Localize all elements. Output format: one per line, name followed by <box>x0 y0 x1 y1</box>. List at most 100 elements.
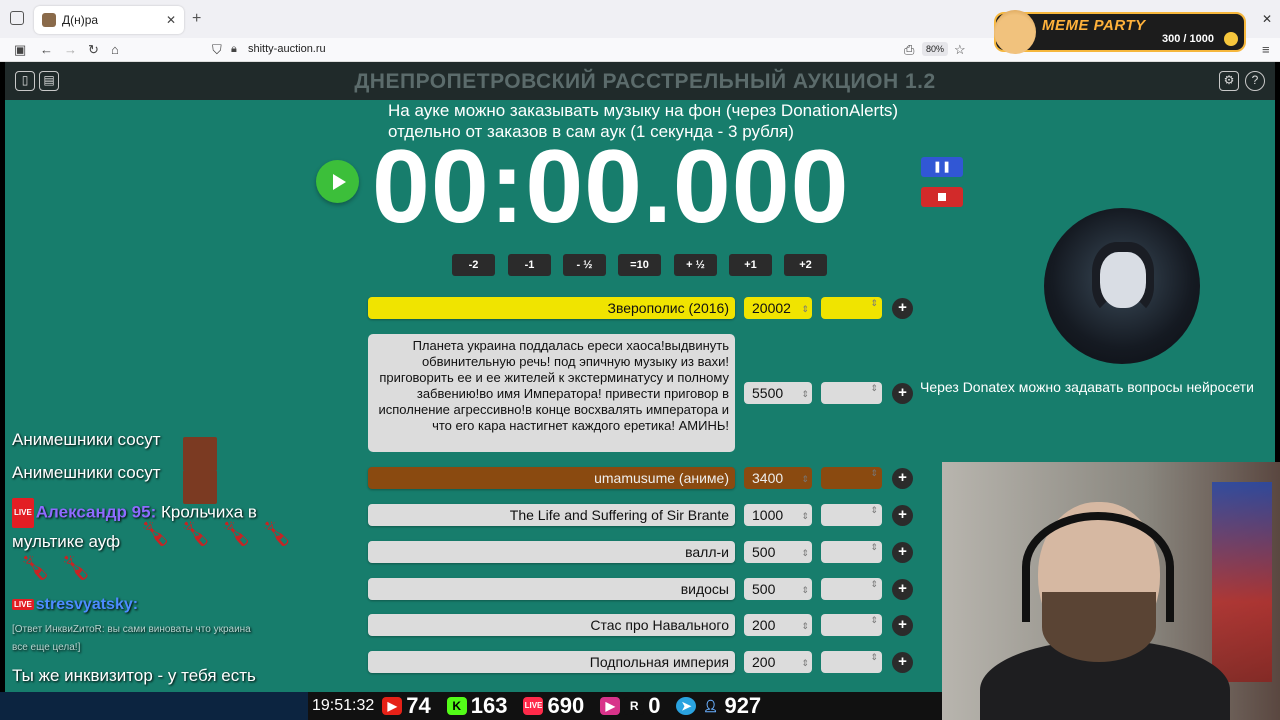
lot-add-amount[interactable] <box>821 297 882 319</box>
adjust-plus-1-button[interactable]: +1 <box>729 254 772 276</box>
youtube-viewers: ▶ 74 <box>382 693 431 719</box>
forward-icon[interactable]: → <box>64 42 77 57</box>
adjust-minus-1-button[interactable]: -1 <box>508 254 551 276</box>
page-title: ДНЕПРОПЕТРОВСКИЙ РАССТРЕЛЬНЫЙ АУКЦИОН 1.… <box>354 70 936 93</box>
sidebar-icon[interactable]: ▣ <box>14 42 26 58</box>
streamer-avatar <box>1044 208 1200 364</box>
stats-left-strip <box>0 692 308 720</box>
kick-count: 163 <box>470 693 508 718</box>
bottle-emotes-icon: 🍾︎🍾︎ <box>20 555 101 582</box>
vk-count: 690 <box>547 693 585 718</box>
settings-icon[interactable]: ⚙ <box>1219 71 1239 91</box>
lot-add-amount[interactable] <box>821 578 882 600</box>
lot-add-button[interactable]: + <box>892 542 913 563</box>
lot-add-button[interactable]: + <box>892 579 913 600</box>
lock-icon[interactable]: 🔒︎ <box>231 43 237 56</box>
app-header: ▯ ▤ ДНЕПРОПЕТРОВСКИЙ РАССТРЕЛЬНЫЙ АУКЦИО… <box>5 62 1275 100</box>
lot-add-amount[interactable] <box>821 651 882 673</box>
lot-name[interactable]: umamusume (аниме) <box>368 467 735 489</box>
clock: 19:51:32 <box>312 697 375 714</box>
telegram-count: 927 <box>724 693 762 718</box>
meme-party-title: MEME PARTY <box>1042 17 1146 34</box>
lot-add-amount[interactable] <box>821 382 882 404</box>
lot-name[interactable]: валл-и <box>368 541 735 563</box>
donatex-notice: Через Donatex можно задавать вопросы ней… <box>920 379 1254 395</box>
tab-list-icon[interactable] <box>10 11 24 25</box>
shield-icon[interactable]: ⛉ <box>212 42 222 58</box>
lot-name[interactable]: Стас про Навального <box>368 614 735 636</box>
meme-party-score: 300 / 1000 <box>1162 33 1214 45</box>
lot-name[interactable]: The Life and Suffering of Sir Brante <box>368 504 735 526</box>
lot-amount[interactable]: 1000 <box>744 504 812 527</box>
chat-message: Анимешники сосут <box>12 463 161 482</box>
youtube-icon: ▶ <box>382 697 403 715</box>
lot-add-button[interactable]: + <box>892 468 913 489</box>
lot-name[interactable]: видосы <box>368 578 735 600</box>
lot-add-amount[interactable] <box>821 467 882 489</box>
lot-add-button[interactable]: + <box>892 615 913 636</box>
lot-name[interactable]: Планета украина поддалась ереси хаоса!вы… <box>368 334 735 452</box>
live-badge-icon: LIVE <box>12 599 34 611</box>
telegram-viewers: ➤ 👤︎ 927 <box>676 693 761 719</box>
lot-add-button[interactable]: + <box>892 505 913 526</box>
lot-amount[interactable]: 500 <box>744 578 812 601</box>
chat-reply: [Ответ ИнквиZитоR: вы сами виноваты что … <box>12 624 251 653</box>
lot-add-button[interactable]: + <box>892 383 913 404</box>
reload-icon[interactable]: ↻ <box>88 42 99 58</box>
lot-amount[interactable]: 3400 <box>744 467 812 490</box>
chat-message: Анимешники сосут <box>12 430 161 449</box>
headphones-icon <box>1022 512 1174 622</box>
youtube-count: 74 <box>406 693 431 718</box>
reader-icon[interactable]: ⎙ <box>904 42 914 58</box>
help-icon[interactable]: ? <box>1245 71 1265 91</box>
browser-tab[interactable]: Д(н)ра ✕ <box>34 6 184 34</box>
adjust-minus-half-button[interactable]: - ½ <box>563 254 606 276</box>
lot-name[interactable]: Подпольная империя <box>368 651 735 673</box>
viewer-stats-bar: 19:51:32 ▶ 74 K 163 LIVE 690 ▶ R 0 ➤ 👤︎ 927 <box>308 692 942 720</box>
kick-viewers: K 163 <box>446 693 508 719</box>
chat-username: Александр 95: <box>35 502 157 522</box>
webcam-flag <box>1212 482 1272 682</box>
lot-add-amount[interactable] <box>821 541 882 563</box>
new-tab-icon[interactable]: + <box>192 10 201 28</box>
close-window-icon[interactable]: ✕ <box>1262 12 1272 26</box>
avatar-face <box>1100 252 1146 308</box>
lot-add-button[interactable]: + <box>892 652 913 673</box>
adjust-minus-2-button[interactable]: -2 <box>452 254 495 276</box>
zoom-level[interactable]: 80% <box>922 42 949 56</box>
bookmark-star-icon[interactable]: ☆ <box>954 42 966 58</box>
lot-amount[interactable]: 500 <box>744 541 812 564</box>
lot-add-amount[interactable] <box>821 504 882 526</box>
vk-viewers: LIVE 690 <box>523 693 584 719</box>
adjust-plus-half-button[interactable]: + ½ <box>674 254 717 276</box>
close-tab-icon[interactable]: ✕ <box>166 13 176 27</box>
lot-add-amount[interactable] <box>821 614 882 636</box>
lot-add-button[interactable]: + <box>892 298 913 319</box>
rutube-count: 0 <box>648 693 661 718</box>
rutube-viewers: ▶ R 0 <box>600 693 660 719</box>
chat-message: LIVE stresvyatsky: <box>12 596 138 614</box>
home-icon[interactable]: ⌂ <box>111 42 119 57</box>
lot-amount[interactable]: 200 <box>744 614 812 637</box>
person-icon: 👤︎ <box>702 699 719 713</box>
webcam-feed <box>942 462 1280 720</box>
favicon-icon <box>42 13 56 27</box>
lot-amount[interactable]: 20002 <box>744 297 812 320</box>
adjust-set-10-button[interactable]: =10 <box>618 254 661 276</box>
lot-amount[interactable]: 200 <box>744 651 812 674</box>
coin-icon <box>1224 32 1238 46</box>
play-button[interactable] <box>316 160 359 203</box>
vk-live-icon: LIVE <box>523 697 544 715</box>
lot-amount[interactable]: 5500 <box>744 382 812 405</box>
back-icon[interactable]: ← <box>40 42 53 57</box>
adjust-plus-2-button[interactable]: +2 <box>784 254 827 276</box>
tab-title: Д(н)ра <box>62 13 99 27</box>
kick-icon: K <box>446 697 467 715</box>
url-field[interactable]: shitty-auction.ru <box>248 43 326 55</box>
menu-icon[interactable]: ≡ <box>1262 42 1270 57</box>
timer-display: 00:00.000 <box>372 129 850 245</box>
notice-line-1: На ауке можно заказывать музыку на фон (… <box>388 101 899 120</box>
lot-name[interactable]: Зверополис (2016) <box>368 297 735 319</box>
pause-button[interactable]: ❚❚ <box>921 157 963 177</box>
stop-button[interactable] <box>921 187 963 207</box>
